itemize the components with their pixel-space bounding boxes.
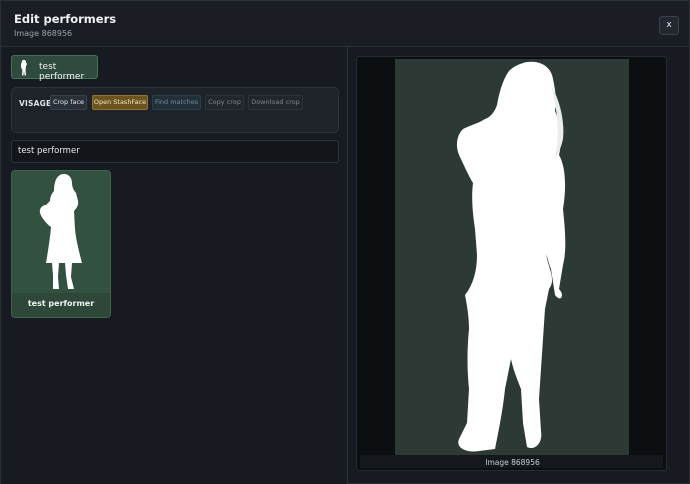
visage-toolbar: VISAGE Crop face Open StashFace Find mat… xyxy=(11,87,339,133)
crop-face-button[interactable]: Crop face xyxy=(50,95,87,110)
modal-title: Edit performers xyxy=(14,12,117,26)
open-stashface-button[interactable]: Open StashFace xyxy=(92,95,148,110)
preview-caption: Image 868956 xyxy=(485,458,540,467)
find-matches-button[interactable]: Find matches xyxy=(152,95,201,110)
performer-search-input[interactable]: test performer xyxy=(11,140,339,163)
download-crop-button[interactable]: Download crop xyxy=(248,95,303,110)
copy-crop-button[interactable]: Copy crop xyxy=(205,95,244,110)
modal-subtitle: Image 868956 xyxy=(14,29,73,38)
performer-thumbnail xyxy=(12,171,110,293)
image-preview[interactable] xyxy=(395,59,629,456)
modal-header: Edit performers Image 868956 x xyxy=(1,1,689,47)
performer-card-name: test performer xyxy=(27,299,95,308)
performer-result-card[interactable]: test performer xyxy=(11,170,111,318)
edit-performers-modal: Edit performers Image 868956 x test perf… xyxy=(0,0,690,484)
preview-silhouette xyxy=(456,61,566,452)
close-button[interactable]: x xyxy=(659,16,679,35)
performer-thumbnail-silhouette xyxy=(39,173,82,289)
visage-label: VISAGE xyxy=(19,99,52,108)
selected-performer-chip[interactable]: test performer xyxy=(11,55,98,82)
panel-divider xyxy=(347,47,348,484)
selected-performer-label: test performer xyxy=(39,62,85,82)
image-preview-frame: Image 868956 xyxy=(356,56,667,471)
performer-silhouette-icon xyxy=(20,59,27,76)
